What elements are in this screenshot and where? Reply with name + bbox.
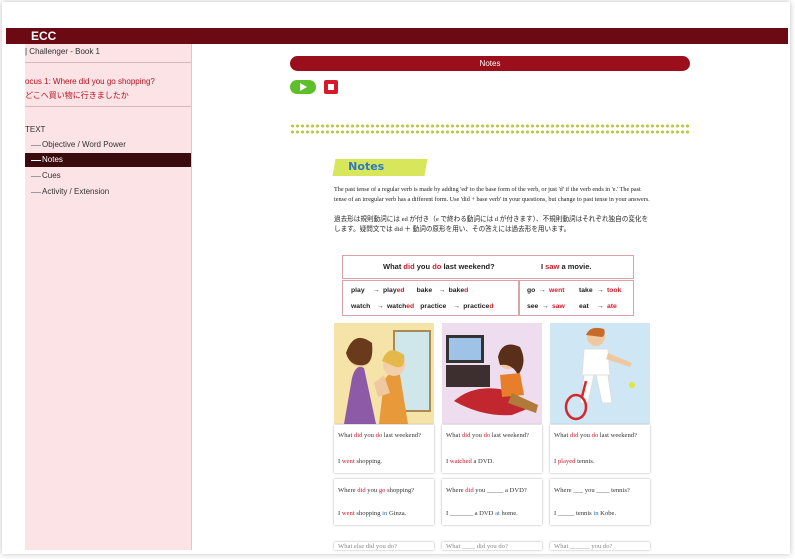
notes-tag: Notes [332, 159, 428, 176]
dialog-card: What did you do last weekend? I watched … [442, 425, 542, 473]
play-button[interactable] [290, 80, 316, 94]
dotted-divider [290, 130, 690, 134]
focus-title-jp[interactable]: どこへ買い物に行きましたか [25, 90, 129, 101]
card-question: Where ___ you ____ tennis? [554, 487, 630, 494]
grammar-explanation-en: The past tense of a regular verb is made… [334, 186, 650, 203]
book-title[interactable]: | Challenger - Book 1 [25, 47, 100, 56]
watching-dvd-illustration [442, 323, 542, 424]
verb-row: watch → watched practice → practiced [351, 303, 494, 310]
sidebar-item-label: Cues [42, 171, 61, 180]
card-answer: I went shopping. [338, 458, 383, 465]
card-question: What did you do last weekend? [554, 432, 637, 439]
example-box: What did you do last weekend? I saw a mo… [342, 255, 634, 279]
dialog-card: What ______ you do? [550, 542, 650, 550]
example-question: What did you do last weekend? [383, 262, 495, 271]
sidebar-item-label: Activity / Extension [42, 187, 110, 196]
sidebar-divider [25, 106, 191, 107]
tree-branch [31, 145, 41, 146]
card-question: What did you do last weekend? [338, 432, 421, 439]
dialog-card: What else did you do? [334, 542, 434, 550]
card-question: What did you do last weekend? [446, 432, 529, 439]
dialog-card: What did you do last weekend? I went sho… [334, 425, 434, 473]
stop-icon [328, 84, 334, 90]
dialog-card: Where ___ you ____ tennis? I _____ tenni… [550, 479, 650, 525]
tree-branch [31, 176, 41, 177]
card-answer: I went shopping in Ginza. [338, 510, 407, 517]
sidebar-item-objective-word-power[interactable]: Objective / Word Power [25, 138, 191, 152]
dialog-card: Where did you go shopping? I went shoppi… [334, 479, 434, 525]
focus-title-en[interactable]: ocus 1: Where did you go shopping? [25, 77, 155, 86]
main-content: Notes Notes The past tense of a regular … [192, 44, 788, 550]
tennis-illustration [550, 323, 650, 424]
verb-row: go → went take → took [527, 287, 622, 294]
regular-verbs-box: play → played bake → baked watch → watched pract… [342, 280, 520, 316]
card-answer: I watched a DVD. [446, 458, 494, 465]
card-answer: I played tennis. [554, 458, 595, 465]
sidebar-item-notes[interactable]: Notes [25, 153, 191, 167]
card-question: What ____ did you do? [446, 543, 508, 550]
grammar-explanation-jp: 過去形は規則動詞には ed が付き（e で終わる動詞には d が付きます）、不規… [334, 216, 649, 233]
card-answer: I _____ tennis in Kobe. [554, 510, 617, 517]
dialog-card: Where did you _____ a DVD? I _______ a D… [442, 479, 542, 525]
tree-branch [31, 192, 41, 193]
shopping-illustration [334, 323, 434, 424]
dotted-divider [290, 124, 690, 128]
card-answer: I _______ a DVD at home. [446, 510, 518, 517]
sidebar-item-label: Objective / Word Power [42, 140, 126, 149]
sidebar: | Challenger - Book 1 ocus 1: Where did … [25, 44, 192, 550]
notes-tag-label: Notes [348, 160, 385, 173]
verb-row: play → played bake → baked [351, 287, 469, 294]
tree-branch [31, 160, 41, 161]
sidebar-divider [25, 62, 191, 63]
sidebar-item-activity-extension[interactable]: Activity / Extension [25, 185, 191, 199]
stop-button[interactable] [324, 80, 338, 94]
irregular-verbs-box: go → went take → took see → saw eat → ate [518, 280, 634, 316]
card-question: Where did you _____ a DVD? [446, 487, 527, 494]
title-bar: ECC [6, 28, 788, 44]
dialog-card: What ____ did you do? [442, 542, 542, 550]
card-question: What else did you do? [338, 543, 397, 550]
example-answer: I saw a movie. [541, 262, 592, 271]
verb-row: see → saw eat → ate [527, 303, 617, 310]
play-icon [300, 83, 307, 91]
card-question: What ______ you do? [554, 543, 613, 550]
dialog-card: What did you do last weekend? I played t… [550, 425, 650, 473]
card-question: Where did you go shopping? [338, 487, 415, 494]
section-header: Notes [290, 56, 690, 71]
sidebar-item-label: Notes [42, 155, 63, 164]
app-title: ECC [31, 29, 57, 43]
section-label: TEXT [25, 125, 46, 134]
sidebar-item-cues[interactable]: Cues [25, 169, 191, 183]
